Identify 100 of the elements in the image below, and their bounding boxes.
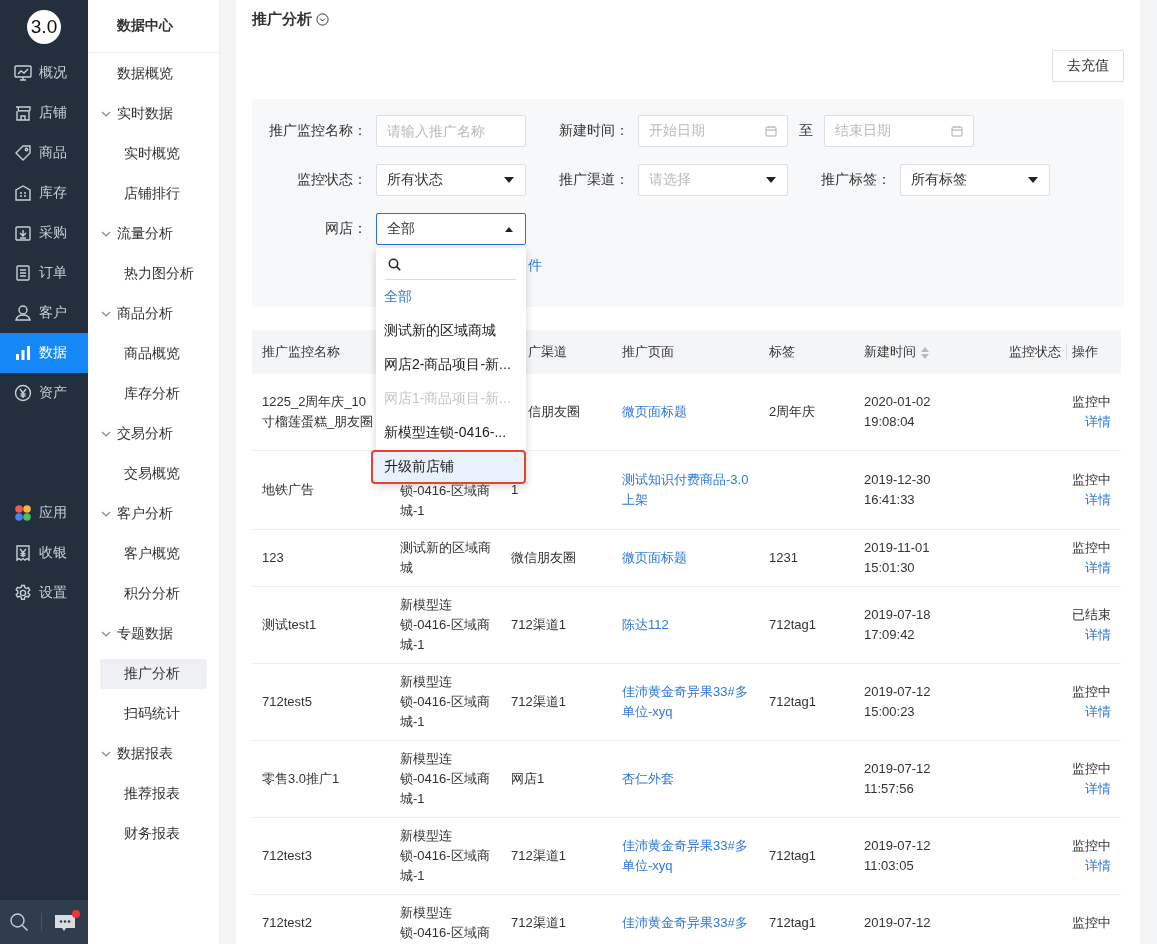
- search-icon: [388, 257, 401, 271]
- nav-item[interactable]: 应用: [0, 493, 88, 533]
- detail-link[interactable]: 详情: [1085, 779, 1111, 799]
- table-cell-text: 1231: [769, 549, 799, 567]
- table-cell-text: 1: [511, 481, 520, 499]
- column-header: 标签: [769, 344, 795, 359]
- menu-item[interactable]: 推广分析: [100, 659, 207, 689]
- field-label: 新建时间：: [559, 122, 629, 140]
- recharge-button[interactable]: 去充值: [1052, 50, 1124, 82]
- expand-link[interactable]: 件: [528, 257, 542, 275]
- text-field[interactable]: 请输入推广名称: [376, 115, 526, 147]
- caret-icon: [1027, 176, 1039, 184]
- detail-link[interactable]: 详情: [1085, 856, 1111, 876]
- search-icon[interactable]: [9, 912, 29, 932]
- nav-item[interactable]: 资产: [0, 373, 88, 413]
- table-cell-text: 712test5: [262, 693, 313, 711]
- table-cell-text: 2019-07-18 17:09:42: [864, 606, 932, 644]
- dropdown-option: 网店1-商品项目-新...: [376, 382, 526, 416]
- table-cell-text: 零售3.0推广1: [262, 770, 341, 788]
- menu-group[interactable]: 专题数据: [88, 614, 219, 654]
- menu-group[interactable]: 客户分析: [88, 494, 219, 534]
- table-cell-text: 新模型连锁-0416-区域商城-1: [400, 673, 491, 731]
- status-text: 监控中: [1072, 471, 1111, 489]
- table-cell-text: 微信朋友圈: [511, 549, 577, 567]
- dropdown-option[interactable]: 全部: [376, 280, 526, 314]
- document-icon: [14, 264, 32, 282]
- nav-item[interactable]: 客户: [0, 293, 88, 333]
- menu-item[interactable]: 库存分析: [100, 379, 207, 409]
- menu-item[interactable]: 商品概览: [100, 339, 207, 369]
- menu-group[interactable]: 数据报表: [88, 734, 219, 774]
- detail-link[interactable]: 详情: [1085, 558, 1111, 578]
- table-cell-text: 712test3: [262, 847, 313, 865]
- menu-item[interactable]: 店铺排行: [100, 179, 207, 209]
- nav-item[interactable]: 数据: [0, 333, 88, 373]
- menu-item[interactable]: 交易概览: [100, 459, 207, 489]
- detail-link[interactable]: 详情: [1085, 625, 1111, 645]
- menu-group[interactable]: 流量分析: [88, 214, 219, 254]
- column-header: 监控状态: [1009, 344, 1062, 359]
- menu-group[interactable]: 交易分析: [88, 414, 219, 454]
- nav-item[interactable]: 收银: [0, 533, 88, 573]
- page-link[interactable]: 陈达112: [622, 615, 749, 635]
- status-text: 监控中: [1072, 539, 1111, 557]
- range-separator: 至: [799, 122, 813, 140]
- yen-circle-icon: [14, 384, 32, 402]
- tag-icon: [14, 144, 32, 162]
- field-label: 推广标签：: [821, 171, 891, 189]
- page-link[interactable]: 微页面标题: [622, 548, 749, 568]
- detail-link[interactable]: 详情: [1085, 412, 1111, 432]
- menu-item[interactable]: 推荐报表: [100, 779, 207, 809]
- table-cell-text: 新模型连锁-0416-区域商城-1: [400, 750, 491, 808]
- table-cell-text: 2019-12-30 16:41:33: [864, 471, 932, 509]
- menu-item[interactable]: 客户概览: [100, 539, 207, 569]
- menu-item[interactable]: 实时概览: [100, 139, 207, 169]
- table-cell-text: 2周年庆: [769, 403, 817, 421]
- calendar-icon: [765, 125, 777, 137]
- page-title: 推广分析: [252, 9, 312, 29]
- menu-item[interactable]: 扫码统计: [100, 699, 207, 729]
- table-cell-text: 2019-07-12: [864, 914, 932, 932]
- page-link[interactable]: 佳沛黄金奇异果33#多: [622, 913, 749, 933]
- page-link[interactable]: 佳沛黄金奇异果33#多单位-xyq: [622, 836, 749, 876]
- page-link[interactable]: 微页面标题: [622, 402, 749, 422]
- table-cell-text: 712tag1: [769, 847, 817, 865]
- table-cell-text: 2019-07-12 15:00:23: [864, 683, 932, 721]
- page-link[interactable]: 佳沛黄金奇异果33#多单位-xyq: [622, 682, 749, 722]
- dropdown-option[interactable]: 升级前店铺: [371, 450, 526, 484]
- nav-item[interactable]: 店铺: [0, 93, 88, 133]
- table-cell-text: 712渠道1: [511, 616, 567, 634]
- field-label: 监控状态：: [296, 171, 367, 189]
- nav-item[interactable]: 商品: [0, 133, 88, 173]
- menu-item[interactable]: 数据概览: [88, 54, 219, 94]
- dropdown-option[interactable]: 新模型连锁-0416-...: [376, 416, 526, 450]
- building-icon: [14, 184, 32, 202]
- nav-item[interactable]: 库存: [0, 173, 88, 213]
- page-link[interactable]: 测试知识付费商品-3.0上架: [622, 470, 749, 510]
- table-cell-text: 712test2: [262, 914, 313, 932]
- table-cell-text: 地铁广告: [262, 481, 315, 499]
- nav-item[interactable]: 概况: [0, 53, 88, 93]
- section-title: 数据中心: [88, 0, 219, 53]
- select-field[interactable]: 所有标签: [900, 164, 1050, 196]
- menu-item[interactable]: 热力图分析: [100, 259, 207, 289]
- chevron-circle-icon[interactable]: [316, 12, 329, 26]
- status-text: 监控中: [1072, 683, 1111, 701]
- column-header: 推广页面: [622, 344, 674, 359]
- table-cell-text: 712渠道1: [511, 847, 567, 865]
- detail-link[interactable]: 详情: [1085, 702, 1111, 722]
- nav-item[interactable]: 设置: [0, 573, 88, 613]
- table-cell-text: 锁-0416-区域商城-1: [400, 482, 491, 520]
- nav-item[interactable]: 订单: [0, 253, 88, 293]
- page-link[interactable]: 杏仁外套: [622, 769, 749, 789]
- table-cell-text: 新模型连锁-0416-区域商城-1: [400, 596, 491, 654]
- menu-item[interactable]: 积分分析: [100, 579, 207, 609]
- menu-group[interactable]: 商品分析: [88, 294, 219, 334]
- select-field[interactable]: 所有状态: [376, 164, 526, 196]
- nav-item[interactable]: 采购: [0, 213, 88, 253]
- detail-link[interactable]: 详情: [1085, 490, 1111, 510]
- menu-item[interactable]: 财务报表: [100, 819, 207, 849]
- calendar-icon: [951, 125, 963, 137]
- table-cell-text: 2019-11-01 15:01:30: [864, 539, 931, 577]
- menu-group[interactable]: 实时数据: [88, 94, 219, 134]
- monitor-icon: [14, 64, 32, 82]
